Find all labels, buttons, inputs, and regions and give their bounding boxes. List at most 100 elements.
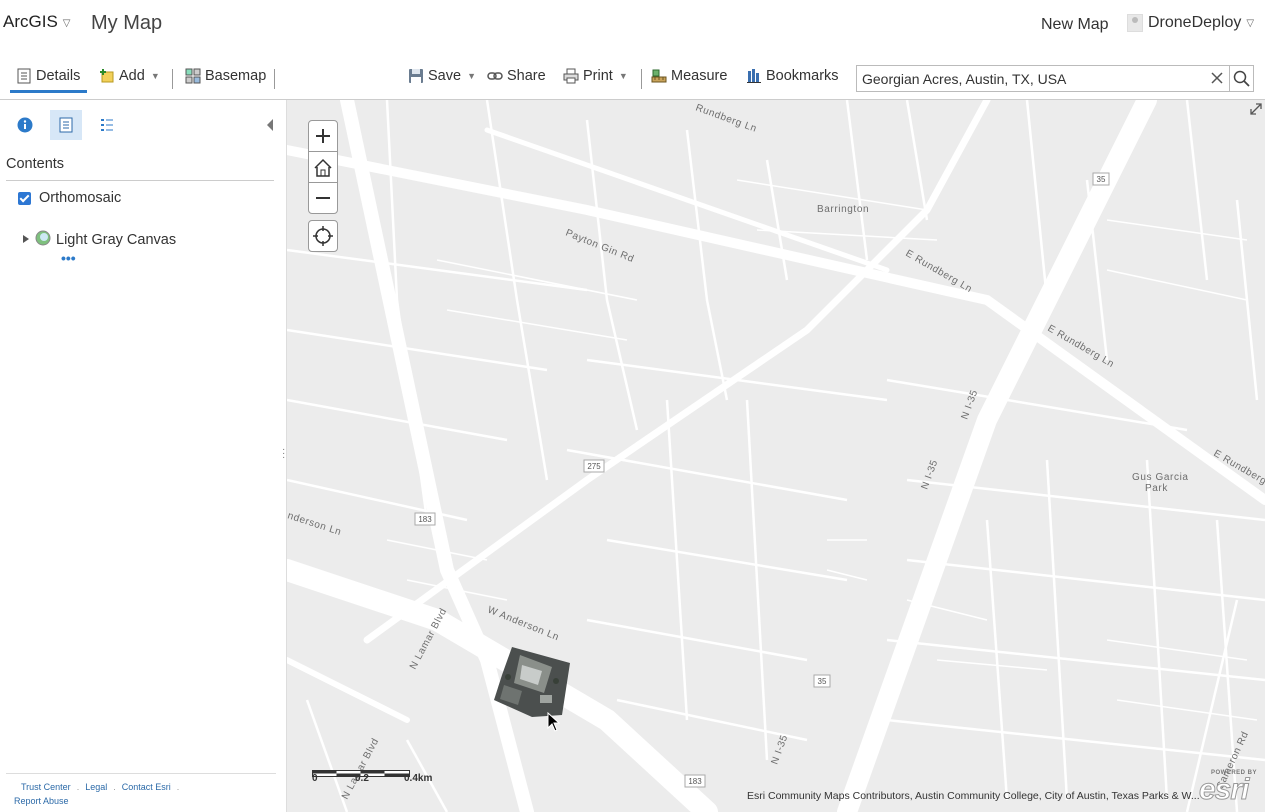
share-button[interactable]: Share	[487, 68, 546, 84]
globe-icon	[35, 230, 51, 250]
chevron-left-icon	[267, 119, 273, 131]
map-label: Rundberg Ln	[694, 102, 758, 134]
map-label: N I-35	[769, 733, 790, 766]
route-badge: 183	[684, 774, 706, 788]
avatar	[1127, 14, 1143, 32]
layer-item-basemap[interactable]: Light Gray Canvas	[22, 230, 176, 250]
expand-icon[interactable]	[1249, 102, 1263, 116]
layer-options-button[interactable]: •••	[61, 250, 76, 266]
map-label: Barrington	[817, 204, 869, 215]
content-tab[interactable]	[50, 110, 82, 140]
separator-dot: .	[176, 782, 180, 792]
add-layer-icon	[99, 68, 115, 84]
map-attribution[interactable]: Esri Community Maps Contributors, Austin…	[747, 790, 1200, 802]
home-icon	[314, 158, 332, 177]
search-button[interactable]	[1230, 65, 1254, 92]
contents-heading: Contents	[6, 156, 65, 172]
locate-button[interactable]	[308, 220, 338, 252]
header-bar: ArcGIS ▽ My Map New Map DroneDeploy ▽	[0, 0, 1265, 50]
crosshair-icon	[313, 226, 333, 246]
basemap-canvas: Rundberg Ln Payton Gin Rd Barrington E R…	[287, 100, 1265, 812]
chevron-down-icon: ▽	[1246, 17, 1255, 29]
zoom-out-button[interactable]	[308, 182, 338, 214]
trust-center-link[interactable]: Trust Center	[21, 782, 71, 792]
map-label: N I-35	[919, 458, 940, 491]
minus-icon	[316, 197, 330, 199]
svg-text:275: 275	[587, 462, 601, 471]
layer-name: Light Gray Canvas	[56, 232, 177, 248]
share-label: Share	[507, 68, 546, 84]
divider	[6, 180, 274, 181]
search-icon	[1233, 70, 1250, 87]
panel-footer: Trust Center. Legal. Contact Esri. Report …	[6, 773, 276, 808]
save-label: Save	[428, 68, 462, 84]
default-extent-button[interactable]	[308, 152, 338, 184]
bookmarks-label: Bookmarks	[766, 68, 839, 84]
layer-visibility-checkbox[interactable]	[18, 191, 31, 205]
svg-text:35: 35	[1097, 175, 1106, 184]
toolbar-divider	[641, 69, 642, 89]
basemap-gallery-icon	[185, 68, 201, 84]
search-input[interactable]	[856, 65, 1230, 92]
route-badge: 275	[583, 459, 605, 473]
new-map-link[interactable]: New Map	[1041, 16, 1109, 34]
measure-button[interactable]: Measure	[651, 68, 727, 84]
basemap-label: Basemap	[205, 68, 267, 84]
drag-handle-icon[interactable]: · · ·	[282, 445, 285, 463]
legend-tab[interactable]	[91, 110, 123, 140]
scale-label: 0.4km	[404, 773, 433, 784]
map-label: Park	[1145, 483, 1168, 494]
expand-triangle-icon[interactable]	[22, 232, 30, 248]
contact-esri-link[interactable]: Contact Esri	[122, 782, 171, 792]
bookmarks-icon	[746, 68, 762, 84]
print-button[interactable]: Print ▼	[563, 68, 628, 84]
report-abuse-link[interactable]: Report Abuse	[14, 796, 69, 806]
measure-label: Measure	[671, 68, 728, 84]
route-badge: 183	[414, 512, 436, 526]
info-icon	[17, 117, 33, 133]
tab-details[interactable]: Details	[16, 68, 80, 84]
orthomosaic-image	[494, 647, 570, 717]
bookmarks-button[interactable]: Bookmarks	[746, 68, 839, 84]
mouse-cursor-icon	[547, 712, 561, 732]
add-button[interactable]: Add ▼	[99, 68, 160, 84]
page-title: My Map	[91, 12, 163, 34]
user-menu[interactable]: DroneDeploy ▽	[1127, 14, 1254, 32]
route-badge: 35	[1092, 172, 1110, 186]
svg-text:183: 183	[688, 777, 702, 786]
map-label: nderson Ln	[287, 510, 343, 538]
map-view[interactable]: Rundberg Ln Payton Gin Rd Barrington E R…	[287, 100, 1265, 812]
esri-logo[interactable]: POWERED BY esri	[1197, 768, 1259, 808]
printer-icon	[563, 68, 579, 84]
toolbar: Details Add ▼ Basemap Save ▼ Share Print	[0, 50, 1265, 100]
active-tab-indicator	[10, 90, 87, 93]
about-tab[interactable]	[9, 110, 41, 140]
save-button[interactable]: Save ▼	[408, 68, 476, 84]
separator-dot: .	[113, 782, 116, 792]
legal-link[interactable]: Legal	[85, 782, 107, 792]
add-label: Add	[119, 68, 145, 84]
route-badge: 35	[813, 674, 831, 688]
zoom-in-button[interactable]	[308, 120, 338, 152]
toolbar-divider	[274, 69, 275, 89]
details-icon	[16, 68, 32, 84]
toolbar-divider	[172, 69, 173, 89]
basemap-button[interactable]: Basemap	[185, 68, 266, 84]
save-icon	[408, 68, 424, 84]
close-icon[interactable]	[1207, 68, 1227, 88]
chevron-down-icon: ▼	[618, 71, 628, 81]
svg-text:35: 35	[818, 677, 827, 686]
measure-ruler-icon	[651, 68, 667, 84]
separator-dot: .	[76, 782, 80, 792]
chevron-down-icon: ▼	[150, 71, 160, 81]
side-panel: Contents Orthomosaic Light Gray Canvas •…	[0, 100, 282, 812]
brand-label: ArcGIS	[3, 12, 58, 31]
app-switcher-menu[interactable]: ArcGIS ▽	[3, 12, 71, 32]
legend-icon	[101, 119, 113, 131]
scale-label: 0	[312, 773, 318, 784]
map-label: Gus Garcia	[1132, 472, 1189, 483]
plus-icon	[316, 129, 330, 143]
print-label: Print	[583, 68, 613, 84]
layer-item-orthomosaic[interactable]: Orthomosaic	[18, 190, 121, 206]
chevron-down-icon: ▼	[467, 71, 476, 81]
